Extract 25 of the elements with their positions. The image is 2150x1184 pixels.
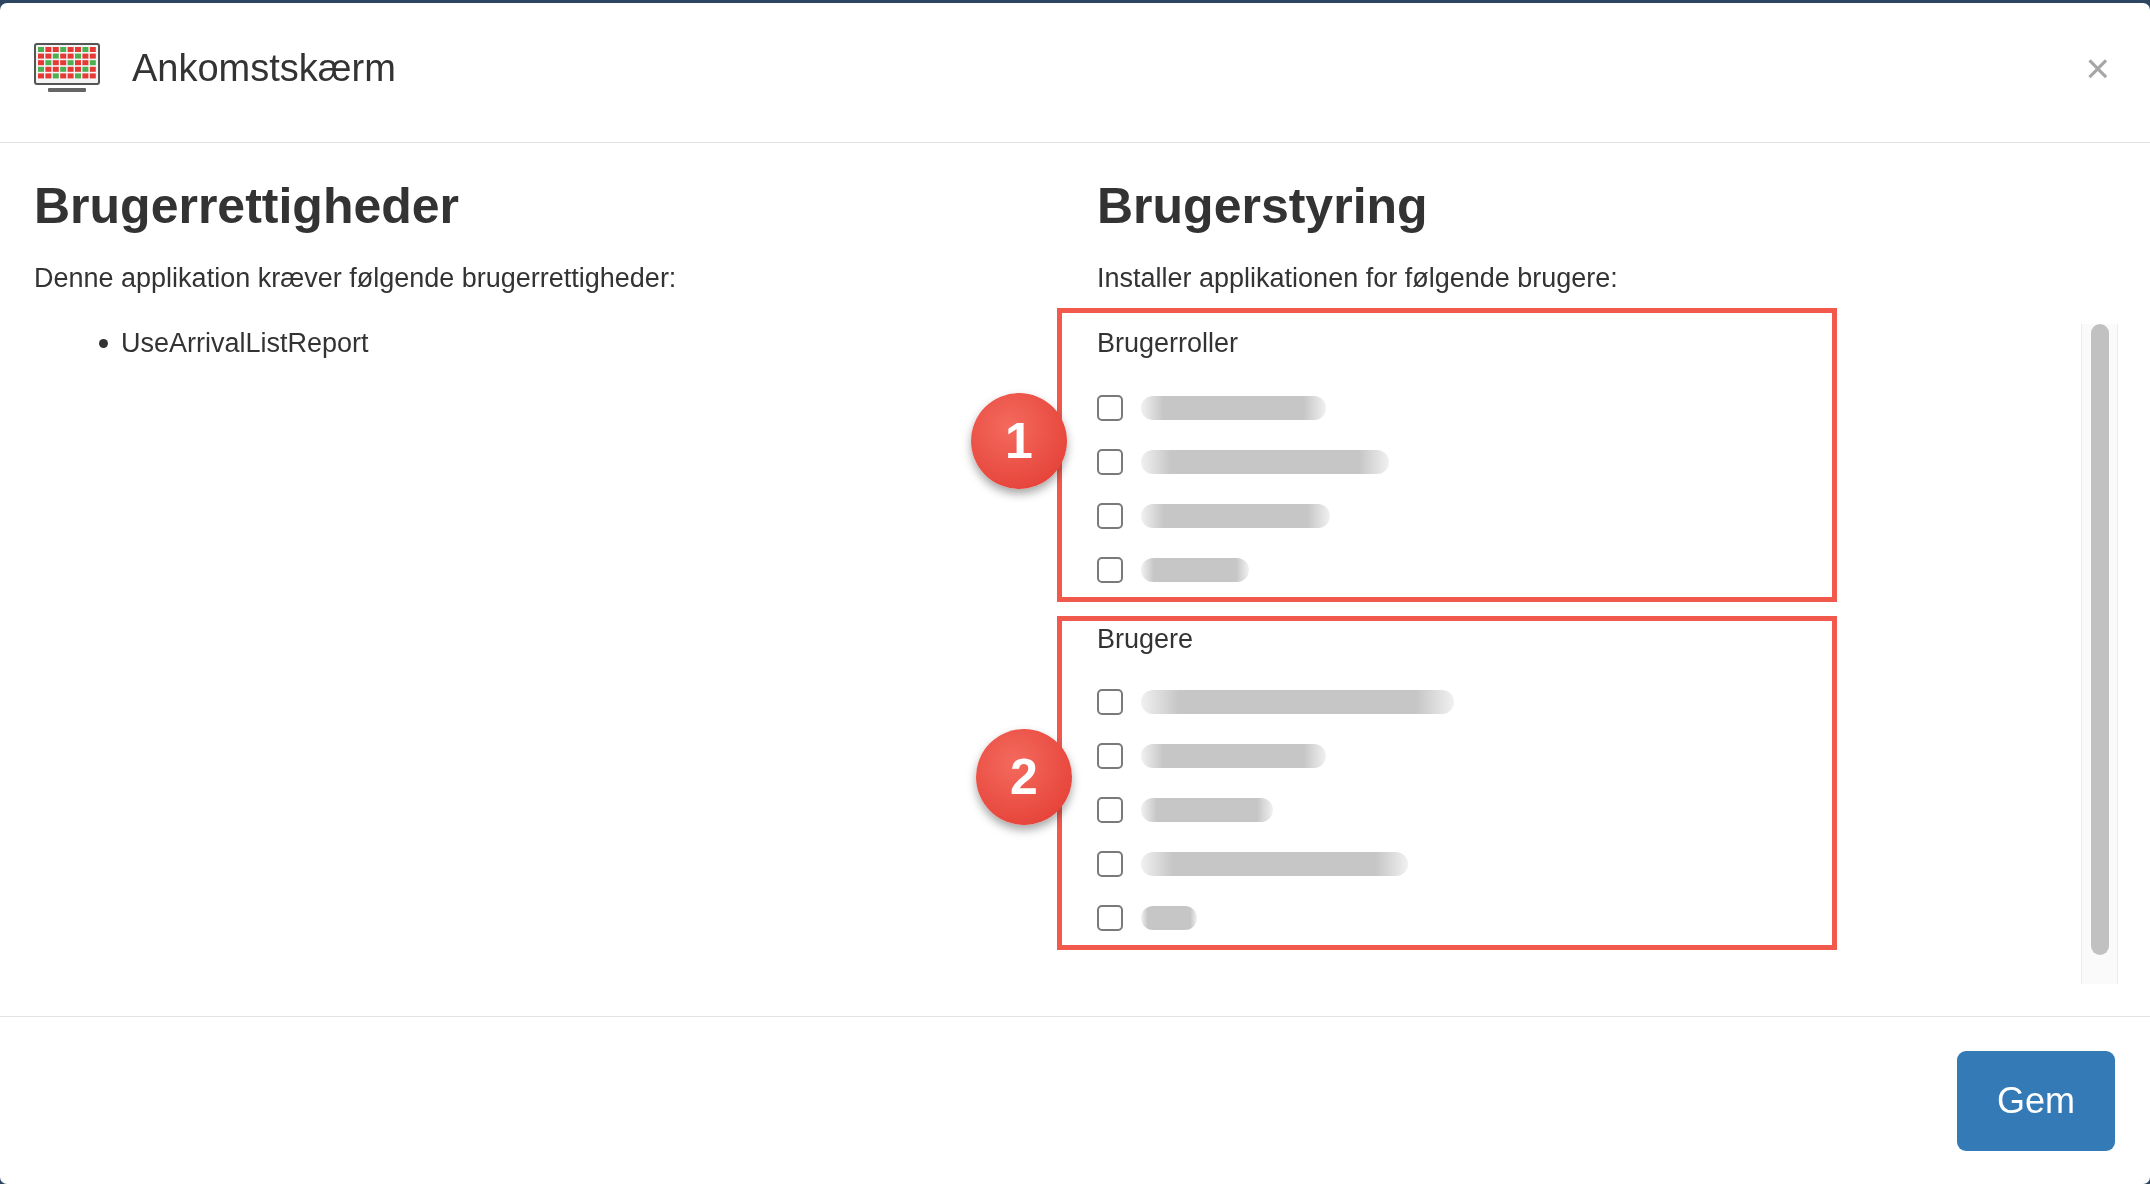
checkbox[interactable] — [1097, 797, 1123, 823]
bullet-icon — [99, 338, 108, 348]
intro-text: Denne applikation kræver følgende brugerrettigheder: — [34, 262, 678, 295]
checkbox[interactable] — [1097, 905, 1123, 931]
checkbox[interactable] — [1097, 743, 1123, 769]
callout-badge: 2 — [976, 729, 1072, 825]
checkbox[interactable] — [1097, 689, 1123, 715]
group-title: Brugere — [1097, 623, 1195, 655]
intro-text: Installer applikationen for følgende brugere: — [1097, 262, 1619, 295]
save-button[interactable]: Gem — [1957, 1051, 2115, 1151]
permission-name: UseArrivalListReport — [121, 327, 369, 360]
checkbox[interactable] — [1097, 851, 1123, 877]
checkbox[interactable] — [1097, 503, 1123, 529]
checkbox[interactable] — [1097, 395, 1123, 421]
scrollbar[interactable] — [2081, 324, 2118, 984]
section-heading: Brugerrettigheder — [34, 178, 461, 234]
blurred-label — [1141, 906, 1197, 930]
monitor-icon — [34, 43, 100, 94]
checkbox[interactable] — [1097, 557, 1123, 583]
close-button[interactable]: × — [2081, 47, 2114, 90]
group-title: Brugerroller — [1097, 327, 1240, 359]
dialog-title: Ankomstskærm — [132, 47, 396, 90]
section-heading: Brugerstyring — [1097, 178, 1429, 234]
callout-badge: 1 — [971, 393, 1067, 489]
checkbox[interactable] — [1097, 449, 1123, 475]
